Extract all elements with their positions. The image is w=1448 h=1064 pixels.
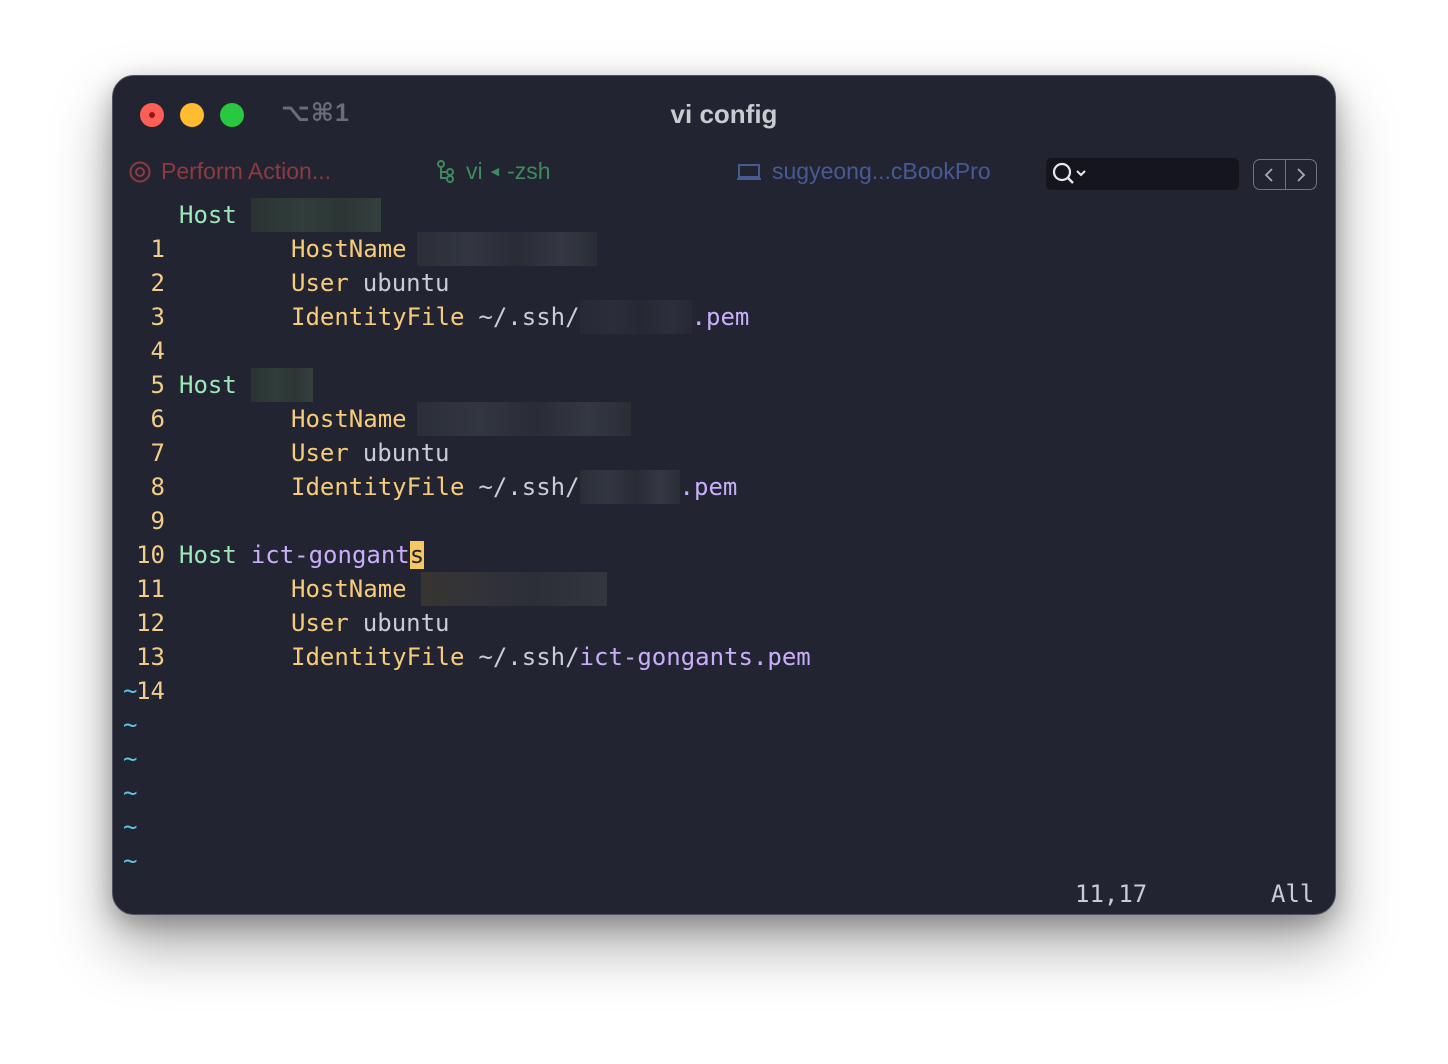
tilde-marker: ~ [123, 813, 138, 841]
vi-editor[interactable]: 1 Host 2 HostName 3 User ubuntu 4 Identit… [113, 198, 1335, 878]
host-label: sugyeong...cBookPro [772, 158, 991, 184]
editor-line: 10 [113, 504, 1335, 569]
editor-line: 12 HostName [113, 572, 1335, 637]
user-keyword: User [291, 439, 349, 467]
search-navigation [1253, 159, 1317, 190]
empty-buffer-line: ~ [113, 844, 1335, 878]
job-name: vi [466, 158, 483, 184]
editor-line: 9 IdentityFile ~/.ssh/.pem [113, 470, 1335, 535]
next-match-button[interactable] [1284, 160, 1317, 189]
redacted-hostname [416, 232, 597, 266]
terminal-window: ⌥⌘1 vi config Perform Action... vi ◀ -zs… [112, 75, 1336, 915]
process-tree-icon [437, 159, 454, 183]
chevron-right-icon [1297, 167, 1306, 182]
laptop-icon [737, 163, 761, 180]
empty-buffer-line: ~ [113, 708, 1335, 742]
tilde-marker: ~ [123, 677, 138, 705]
editor-line: 13 User ubuntu [113, 606, 1335, 671]
job-parent: -zsh [507, 158, 551, 184]
identity-path: ~/.ssh/ [478, 643, 580, 671]
editor-line: 7 HostName [113, 402, 1335, 467]
user-value: ubuntu [362, 439, 450, 467]
window-title: vi config [670, 99, 778, 129]
empty-buffer-line: ~ [113, 742, 1335, 776]
editor-line: 6 Host [113, 368, 1335, 433]
job-indicator[interactable]: vi ◀ -zsh [436, 158, 551, 185]
identityfile-keyword: IdentityFile [291, 303, 465, 331]
left-arrow-icon: ◀ [490, 166, 500, 178]
editor-line: 11 Host ict-gongants [113, 538, 1335, 603]
tilde-marker: ~ [123, 711, 138, 739]
editor-line: 4 IdentityFile ~/.ssh/.pem [113, 300, 1335, 365]
tilde-marker: ~ [123, 779, 138, 807]
host-alias: ict-gongant [250, 541, 410, 569]
redacted-hostname [420, 572, 607, 606]
perform-action-label: Perform Action... [161, 158, 332, 184]
user-value: ubuntu [362, 609, 450, 637]
scroll-indicator: All [1271, 880, 1315, 908]
editor-line: 1 Host [113, 198, 1335, 263]
host-indicator[interactable]: sugyeong...cBookPro [736, 158, 991, 185]
identity-suffix: .pem [679, 473, 738, 501]
identity-path: ~/.ssh/ [478, 303, 580, 331]
identity-suffix: .pem [691, 303, 750, 331]
empty-buffer-line: ~ [113, 776, 1335, 810]
redacted-host [250, 198, 381, 232]
target-icon [129, 161, 151, 182]
redacted-hostname [416, 402, 631, 436]
editor-line: 2 HostName [113, 232, 1335, 297]
identityfile-keyword: IdentityFile [291, 473, 465, 501]
editor-line: 14 IdentityFile ~/.ssh/ict-gongants.pem [113, 640, 1335, 705]
redacted-keyname [579, 470, 680, 504]
user-keyword: User [291, 269, 349, 297]
hostname-keyword: HostName [291, 575, 407, 603]
tilde-marker: ~ [123, 847, 138, 875]
redacted-keyname [579, 300, 692, 334]
tilde-marker: ~ [123, 745, 138, 773]
hostname-keyword: HostName [291, 235, 407, 263]
search-icon [1052, 162, 1086, 184]
editor-line: 3 User ubuntu [113, 266, 1335, 331]
host-keyword: Host [179, 201, 237, 229]
identity-suffix: ict-gongants.pem [579, 643, 811, 671]
vi-status-line: 11,17 All [113, 880, 1335, 914]
chevron-left-icon [1264, 167, 1273, 182]
empty-buffer-line: ~ [113, 674, 1335, 708]
host-keyword: Host [179, 371, 237, 399]
perform-action-button[interactable]: Perform Action... [129, 158, 331, 185]
redacted-host [250, 368, 313, 402]
editor-line: 8 User ubuntu [113, 436, 1335, 501]
hostname-keyword: HostName [291, 405, 407, 433]
cursor-position: 11,17 [1075, 880, 1148, 908]
identityfile-keyword: IdentityFile [291, 643, 465, 671]
search-field[interactable] [1046, 158, 1239, 190]
user-value: ubuntu [362, 269, 450, 297]
host-keyword: Host [179, 541, 237, 569]
text-cursor: s [409, 541, 425, 569]
title-bar[interactable]: ⌥⌘1 vi config [113, 76, 1335, 152]
previous-match-button[interactable] [1254, 160, 1285, 189]
identity-path: ~/.ssh/ [478, 473, 580, 501]
empty-buffer-line: ~ [113, 810, 1335, 844]
editor-line: 5 [113, 334, 1335, 399]
user-keyword: User [291, 609, 349, 637]
